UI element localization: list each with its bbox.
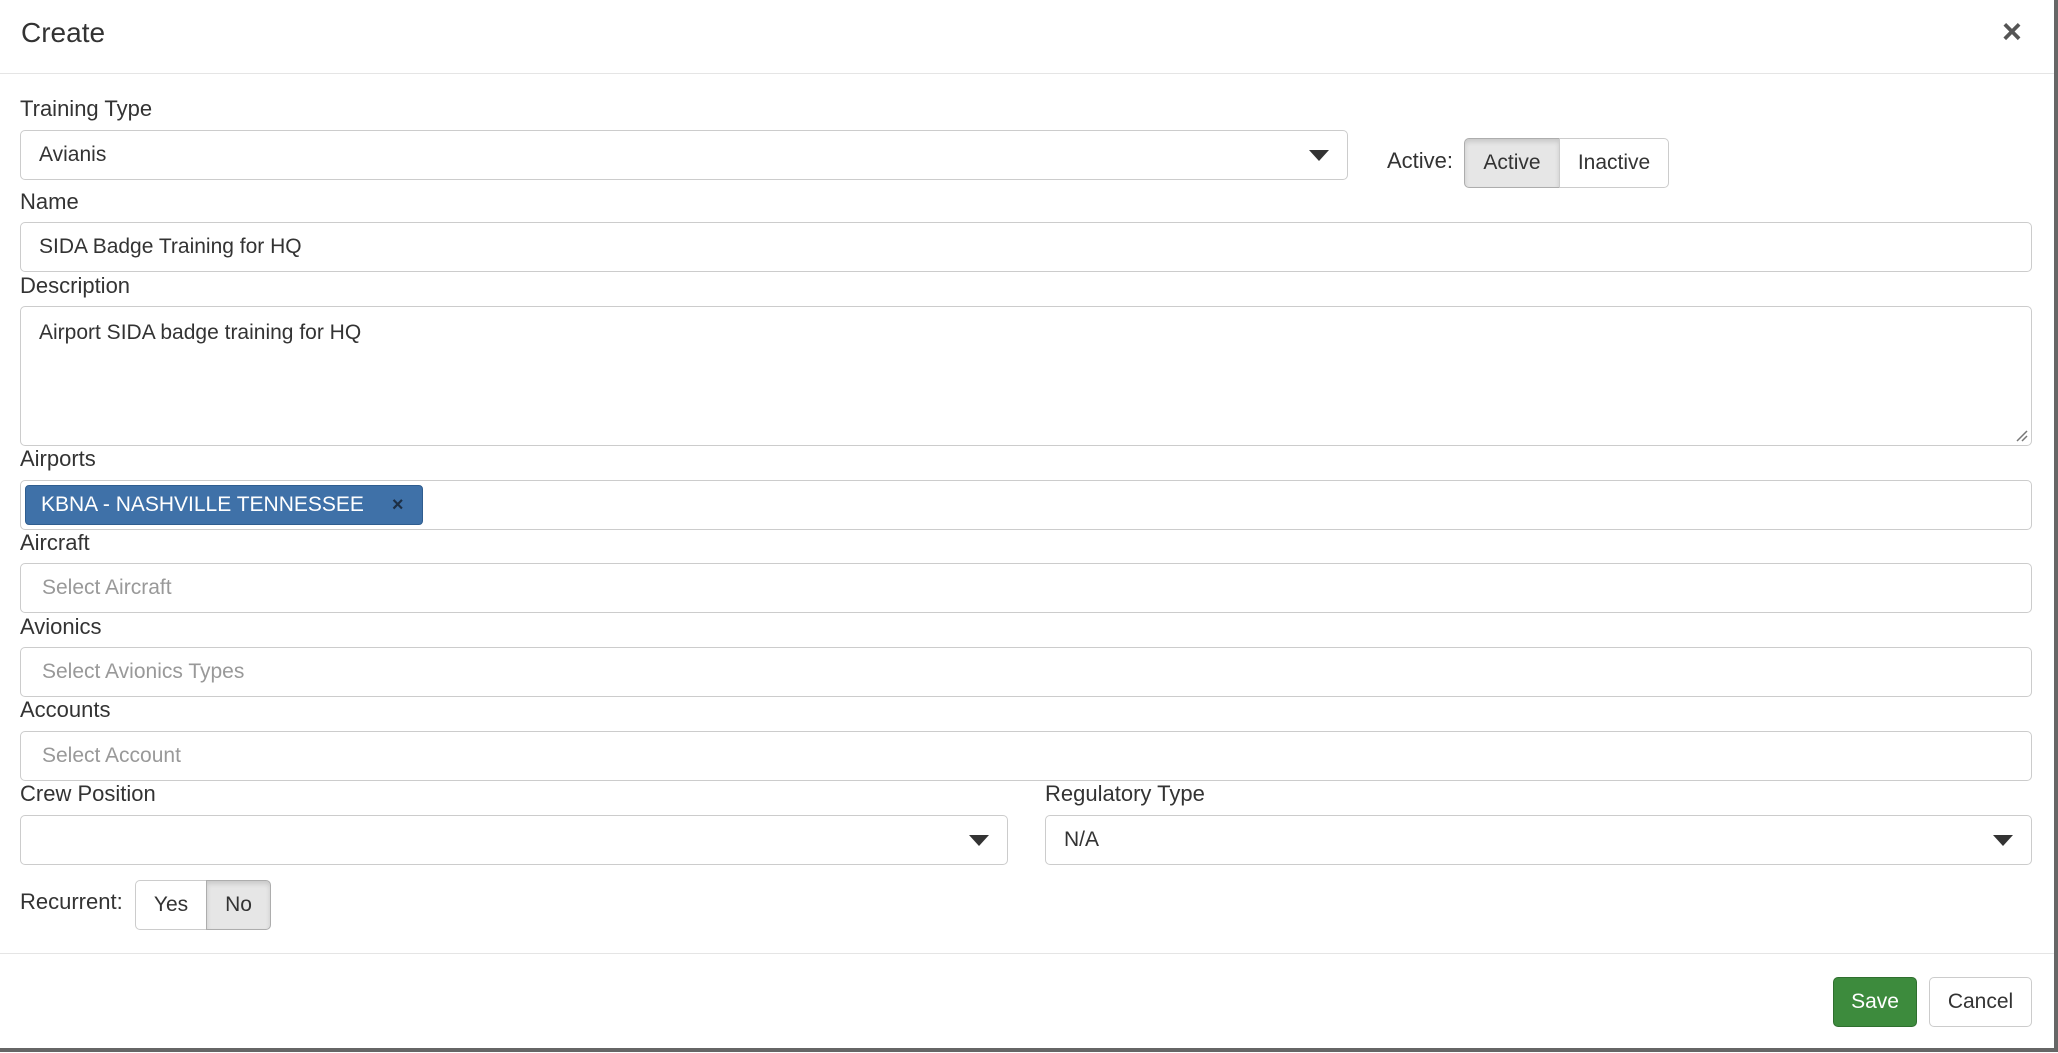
- crew-position-select[interactable]: [20, 815, 1008, 865]
- resize-handle-icon[interactable]: [2014, 428, 2028, 442]
- chevron-down-icon: [969, 835, 989, 846]
- window-edge-bottom: [0, 1048, 2058, 1052]
- accounts-placeholder: Select Account: [42, 744, 181, 767]
- modal-title: Create: [21, 17, 106, 48]
- cancel-button[interactable]: Cancel: [1929, 977, 2032, 1027]
- recurrent-yes-button[interactable]: Yes: [135, 880, 207, 930]
- regulatory-type-value: N/A: [1064, 828, 1100, 851]
- remove-tag-icon[interactable]: ×: [392, 494, 404, 517]
- airports-multiselect[interactable]: KBNA - NASHVILLE TENNESSEE ×: [20, 480, 2032, 530]
- chevron-down-icon: [1993, 835, 2013, 846]
- training-type-label: Training Type: [20, 96, 153, 121]
- airport-tag-label: KBNA - NASHVILLE TENNESSEE: [41, 493, 364, 516]
- aircraft-multiselect[interactable]: Select Aircraft: [20, 563, 2032, 613]
- close-icon[interactable]: ×: [2002, 15, 2022, 49]
- accounts-multiselect[interactable]: Select Account: [20, 731, 2032, 781]
- description-textarea[interactable]: Airport SIDA badge training for HQ: [20, 306, 2032, 446]
- regulatory-type-select[interactable]: N/A: [1045, 815, 2032, 865]
- avionics-placeholder: Select Avionics Types: [42, 660, 245, 683]
- training-type-select[interactable]: Avianis: [20, 130, 1348, 180]
- training-type-value: Avianis: [39, 143, 107, 166]
- inactive-button[interactable]: Inactive: [1559, 138, 1669, 188]
- crew-position-label: Crew Position: [20, 781, 156, 806]
- airport-tag: KBNA - NASHVILLE TENNESSEE ×: [25, 485, 423, 525]
- regulatory-type-label: Regulatory Type: [1045, 781, 1205, 806]
- active-button[interactable]: Active: [1464, 138, 1560, 188]
- airports-label: Airports: [20, 446, 96, 471]
- chevron-down-icon: [1309, 150, 1329, 161]
- accounts-label: Accounts: [20, 697, 111, 722]
- description-value: Airport SIDA badge training for HQ: [39, 321, 362, 344]
- name-input[interactable]: SIDA Badge Training for HQ: [20, 222, 2032, 272]
- name-label: Name: [20, 189, 79, 214]
- save-button[interactable]: Save: [1833, 977, 1917, 1027]
- avionics-multiselect[interactable]: Select Avionics Types: [20, 647, 2032, 697]
- recurrent-toggle-group: Yes No: [135, 880, 271, 930]
- recurrent-no-button[interactable]: No: [206, 880, 271, 930]
- active-label: Active:: [1387, 148, 1454, 173]
- window-edge-right: [2054, 0, 2058, 1052]
- name-value: SIDA Badge Training for HQ: [39, 235, 302, 258]
- active-toggle-group: Active Inactive: [1464, 138, 1669, 188]
- avionics-label: Avionics: [20, 614, 102, 639]
- recurrent-label: Recurrent:: [20, 889, 123, 914]
- aircraft-placeholder: Select Aircraft: [42, 576, 172, 599]
- modal-footer: [0, 953, 2058, 1053]
- modal-header: Create ×: [0, 0, 2058, 74]
- description-label: Description: [20, 273, 131, 298]
- aircraft-label: Aircraft: [20, 530, 90, 555]
